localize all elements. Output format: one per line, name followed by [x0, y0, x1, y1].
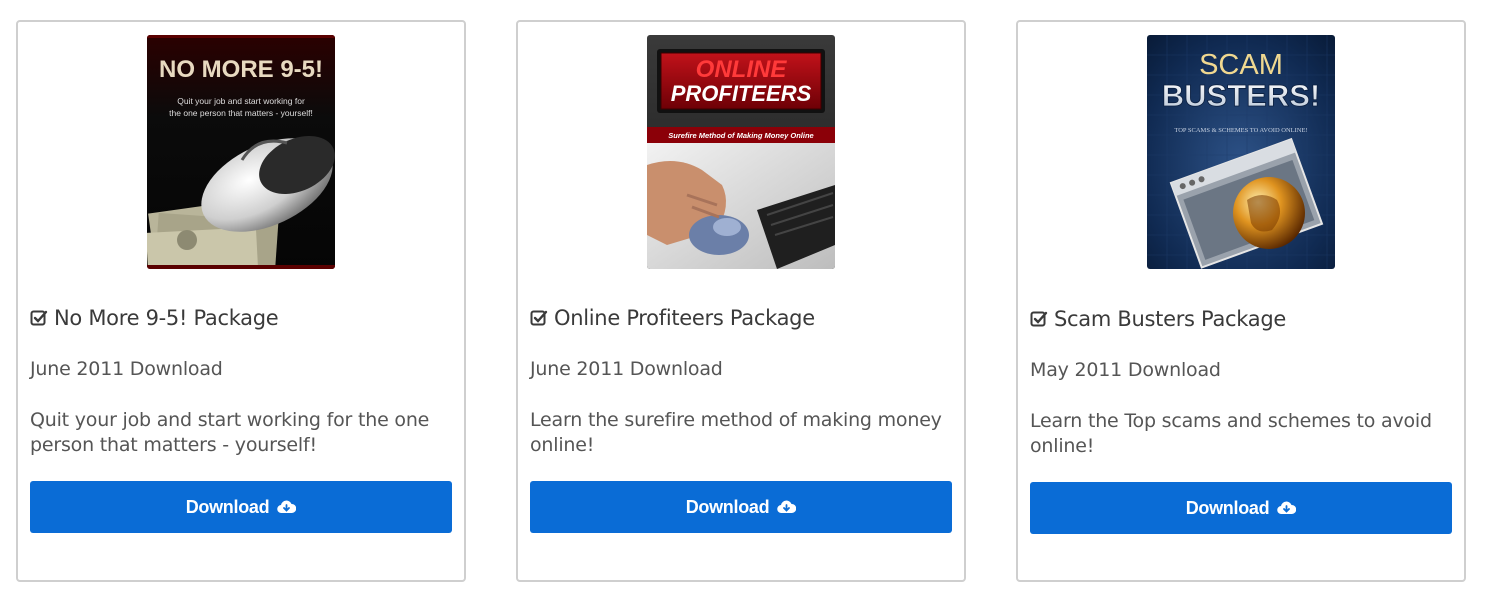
package-title: Scam Busters Package: [1030, 307, 1286, 331]
package-card: NO MORE 9-5! Quit your job and start wor…: [16, 20, 466, 582]
package-title-text: Scam Busters Package: [1054, 307, 1286, 331]
package-title-text: Online Profiteers Package: [554, 306, 815, 330]
cover-headline: PROFITEERS: [671, 81, 812, 106]
cover-tagline: the one person that matters - yourself!: [169, 108, 313, 118]
package-date: May 2011 Download: [1030, 359, 1221, 381]
cloud-download-icon: [277, 500, 297, 514]
cover-headline: ONLINE: [696, 56, 788, 83]
package-grid: NO MORE 9-5! Quit your job and start wor…: [0, 0, 1485, 606]
cover-image-scam-busters[interactable]: SCAM BUSTERS! TOP SCAMS & SCHEMES TO AVO…: [1147, 35, 1335, 269]
cover-headline: SCAM: [1199, 49, 1283, 81]
download-button[interactable]: Download: [1030, 482, 1452, 534]
cover-image-online-profiteers[interactable]: ONLINE PROFITEERS Surefire Method of Mak…: [647, 35, 835, 269]
cloud-download-icon: [777, 500, 797, 514]
cover-tagline: Quit your job and start working for: [177, 96, 305, 106]
check-square-icon: [30, 310, 48, 326]
check-square-icon: [530, 310, 548, 326]
cover-tagline: TOP SCAMS & SCHEMES TO AVOID ONLINE!: [1174, 127, 1307, 134]
download-button-label: Download: [685, 496, 770, 517]
package-description: Learn the Top scams and schemes to avoid…: [1030, 410, 1432, 457]
package-date: June 2011 Download: [530, 358, 723, 380]
cover-tagline: Surefire Method of Making Money Online: [668, 131, 813, 140]
package-date: June 2011 Download: [30, 358, 223, 380]
package-title-text: No More 9-5! Package: [54, 306, 279, 330]
cloud-download-icon: [1277, 501, 1297, 515]
check-square-icon: [1030, 311, 1048, 327]
package-description: Quit your job and start working for the …: [30, 409, 430, 456]
cover-image-no-more-9-5[interactable]: NO MORE 9-5! Quit your job and start wor…: [147, 35, 335, 269]
package-card: ONLINE PROFITEERS Surefire Method of Mak…: [516, 20, 966, 582]
download-button-label: Download: [185, 496, 270, 517]
package-card: SCAM BUSTERS! TOP SCAMS & SCHEMES TO AVO…: [1016, 20, 1466, 582]
package-description: Learn the surefire method of making mone…: [530, 409, 942, 456]
download-button-label: Download: [1185, 497, 1270, 518]
download-button[interactable]: Download: [30, 481, 452, 533]
package-title: Online Profiteers Package: [530, 306, 815, 330]
download-button[interactable]: Download: [530, 481, 952, 533]
cover-headline: BUSTERS!: [1162, 78, 1320, 113]
package-title: No More 9-5! Package: [30, 306, 279, 330]
cover-headline: NO MORE 9-5!: [159, 56, 323, 83]
